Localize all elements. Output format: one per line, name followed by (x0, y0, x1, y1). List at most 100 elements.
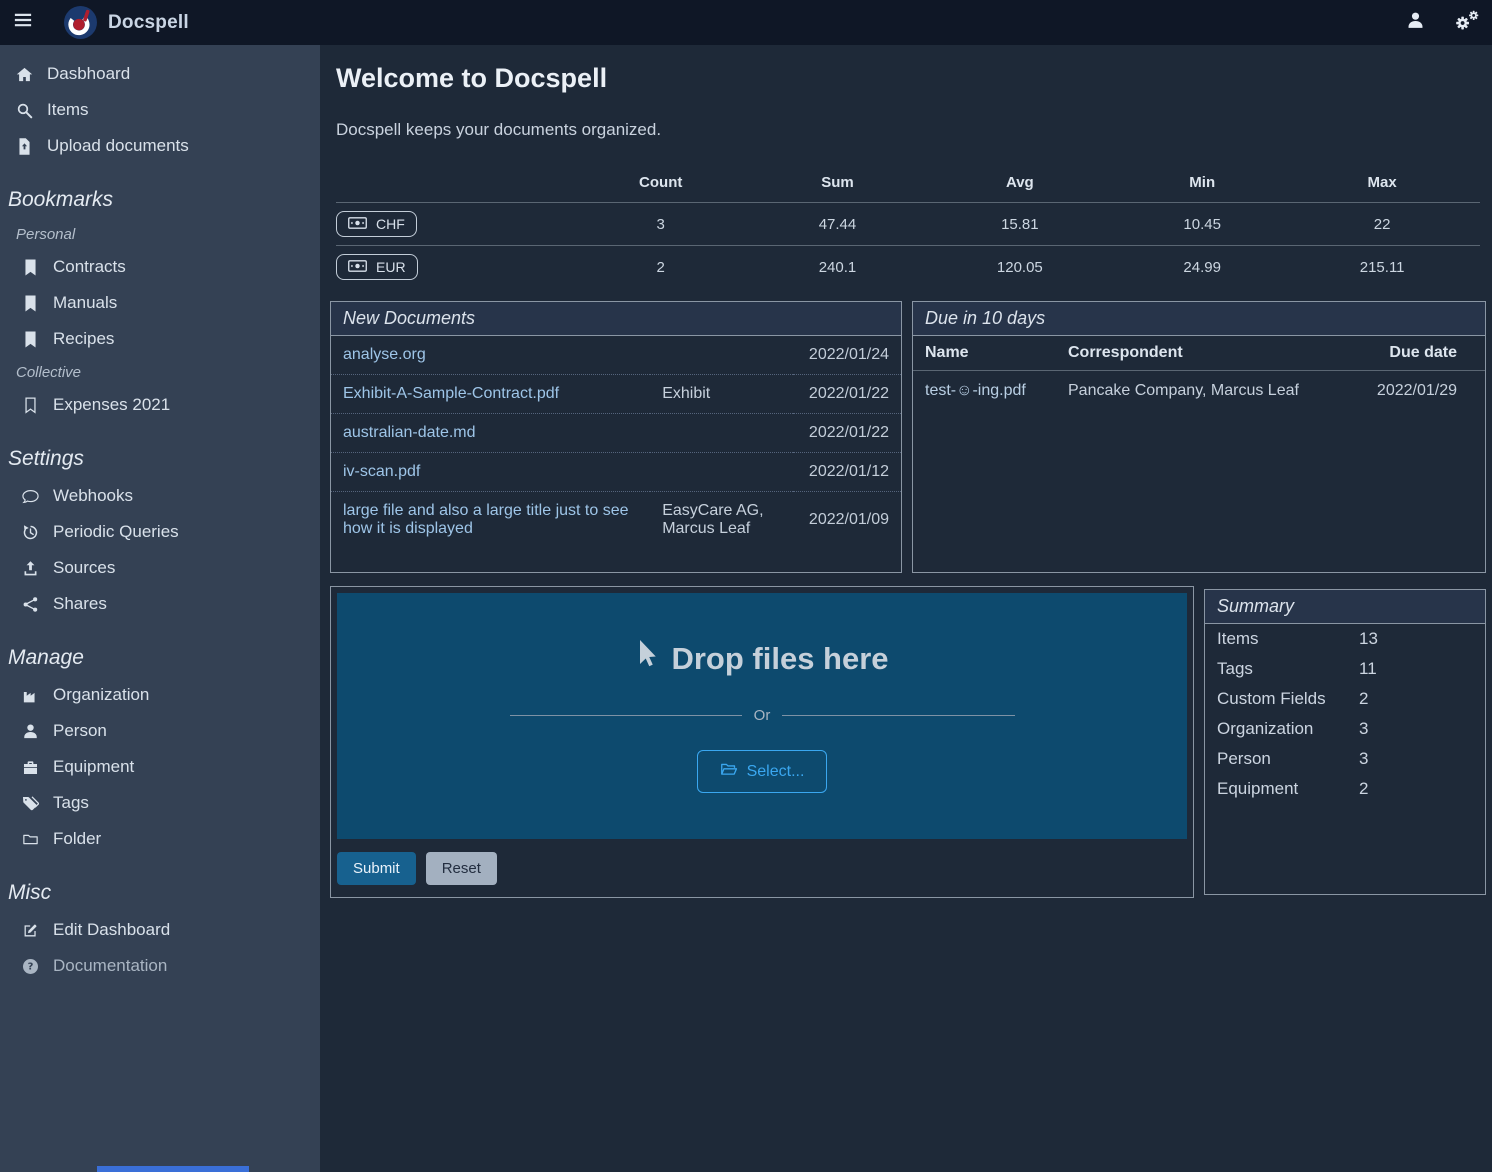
document-correspondent (650, 414, 793, 453)
horizontal-scrollbar-thumb[interactable] (97, 1166, 249, 1172)
table-row: CHF 3 47.44 15.81 10.45 22 (336, 203, 1480, 246)
brand-name: Docspell (108, 12, 189, 34)
list-item: analyse.org 2022/01/24 (331, 336, 901, 375)
list-item: australian-date.md 2022/01/22 (331, 414, 901, 453)
sidebar-item-bookmark-recipes[interactable]: Recipes (0, 321, 320, 357)
sidebar-item-edit-dashboard[interactable]: Edit Dashboard (0, 912, 320, 948)
question-circle-icon: ? (20, 958, 40, 975)
money-bill-icon (348, 259, 367, 275)
summary-label: Organization (1217, 719, 1359, 739)
sidebar-item-tags[interactable]: Tags (0, 785, 320, 821)
sidebar-section-misc: Misc (0, 881, 320, 905)
document-link[interactable]: australian-date.md (331, 414, 650, 453)
bookmark-outline-icon (20, 397, 40, 414)
share-nodes-icon (20, 596, 40, 613)
menu-toggle-button[interactable] (0, 10, 46, 35)
document-date: 2022/01/22 (793, 414, 901, 453)
sidebar-item-items[interactable]: Items (0, 92, 320, 128)
search-icon (14, 102, 34, 119)
sidebar-item-label: Manuals (53, 293, 117, 313)
stat-value: 10.45 (1120, 203, 1284, 246)
bookmark-icon (20, 295, 40, 312)
stat-value: 2 (566, 246, 755, 289)
edit-icon (20, 922, 40, 939)
money-bill-icon (348, 216, 367, 232)
stats-header-avg: Avg (920, 164, 1121, 203)
sidebar-item-shares[interactable]: Shares (0, 586, 320, 622)
folder-icon (20, 831, 40, 848)
summary-value: 3 (1359, 719, 1368, 739)
stat-value: 47.44 (755, 203, 919, 246)
bookmark-icon (20, 259, 40, 276)
document-correspondent (650, 453, 793, 492)
field-stats-table: Count Sum Avg Min Max CHF (336, 164, 1480, 288)
sidebar-item-equipment[interactable]: Equipment (0, 749, 320, 785)
top-navbar: Docspell (0, 0, 1492, 45)
sidebar-item-folder[interactable]: Folder (0, 821, 320, 857)
sidebar-item-upload-documents[interactable]: Upload documents (0, 128, 320, 164)
settings-button[interactable] (1452, 9, 1480, 37)
home-icon (14, 66, 34, 83)
sidebar: Dasbhoard Items Upload documents Bookmar… (0, 45, 320, 1172)
document-date: 2022/01/12 (793, 453, 901, 492)
stat-value: 15.81 (920, 203, 1121, 246)
summary-label: Items (1217, 629, 1359, 649)
currency-badge-eur: EUR (336, 254, 418, 280)
document-link[interactable]: test-☺-ing.pdf (913, 371, 1056, 412)
select-files-button[interactable]: Select... (697, 750, 828, 793)
reset-button[interactable]: Reset (426, 852, 497, 885)
sidebar-item-webhooks[interactable]: Webhooks (0, 478, 320, 514)
upload-icon (20, 560, 40, 577)
sidebar-item-dashboard[interactable]: Dasbhoard (0, 56, 320, 92)
hamburger-icon (13, 10, 33, 35)
stats-header-max: Max (1284, 164, 1480, 203)
sidebar-item-sources[interactable]: Sources (0, 550, 320, 586)
sidebar-section-bookmarks: Bookmarks (0, 188, 320, 212)
sidebar-item-bookmark-manuals[interactable]: Manuals (0, 285, 320, 321)
toolbox-icon (20, 759, 40, 776)
submit-button[interactable]: Submit (337, 852, 416, 885)
sidebar-item-person[interactable]: Person (0, 713, 320, 749)
person-icon (20, 723, 40, 740)
document-date: 2022/01/24 (793, 336, 901, 375)
list-item: iv-scan.pdf 2022/01/12 (331, 453, 901, 492)
sidebar-item-organization[interactable]: Organization (0, 677, 320, 713)
brand-link[interactable]: Docspell (64, 6, 189, 39)
industry-icon (20, 687, 40, 704)
summary-row: Equipment 2 (1205, 774, 1485, 804)
document-link[interactable]: large file and also a large title just t… (331, 492, 650, 549)
due-in-10-days-panel: Due in 10 days Name Correspondent Due da… (912, 301, 1486, 573)
new-documents-panel: New Documents analyse.org 2022/01/24 Exh… (330, 301, 902, 573)
sidebar-item-label: Tags (53, 793, 89, 813)
summary-row: Tags 11 (1205, 654, 1485, 684)
document-link[interactable]: analyse.org (331, 336, 650, 375)
sidebar-item-periodic-queries[interactable]: Periodic Queries (0, 514, 320, 550)
panel-title: Summary (1205, 590, 1485, 624)
table-row: EUR 2 240.1 120.05 24.99 215.11 (336, 246, 1480, 289)
document-correspondent: Exhibit (650, 375, 793, 414)
document-link[interactable]: iv-scan.pdf (331, 453, 650, 492)
sidebar-item-label: Person (53, 721, 107, 741)
summary-panel: Summary Items 13 Tags 11 Custom Fields 2… (1204, 589, 1486, 895)
list-item: test-☺-ing.pdf Pancake Company, Marcus L… (913, 371, 1485, 412)
stat-value: 3 (566, 203, 755, 246)
sidebar-item-label: Webhooks (53, 486, 133, 506)
main-content: Welcome to Docspell Docspell keeps your … (320, 45, 1492, 1172)
sidebar-item-label: Organization (53, 685, 149, 705)
summary-value: 3 (1359, 749, 1368, 769)
stats-header-count: Count (566, 164, 755, 203)
sidebar-item-label: Folder (53, 829, 101, 849)
file-dropzone[interactable]: Drop files here Or Select... (337, 593, 1187, 839)
summary-value: 11 (1359, 659, 1377, 679)
tags-icon (20, 795, 40, 812)
account-button[interactable] (1406, 11, 1425, 35)
document-correspondent: Pancake Company, Marcus Leaf (1056, 371, 1353, 412)
document-due-date: 2022/01/29 (1353, 371, 1485, 412)
sidebar-item-documentation[interactable]: ? Documentation (0, 948, 320, 984)
sidebar-item-bookmark-expenses-2021[interactable]: Expenses 2021 (0, 387, 320, 423)
stat-value: 240.1 (755, 246, 919, 289)
sidebar-item-bookmark-contracts[interactable]: Contracts (0, 249, 320, 285)
sidebar-item-label: Equipment (53, 757, 134, 777)
list-item: Exhibit-A-Sample-Contract.pdf Exhibit 20… (331, 375, 901, 414)
document-link[interactable]: Exhibit-A-Sample-Contract.pdf (331, 375, 650, 414)
